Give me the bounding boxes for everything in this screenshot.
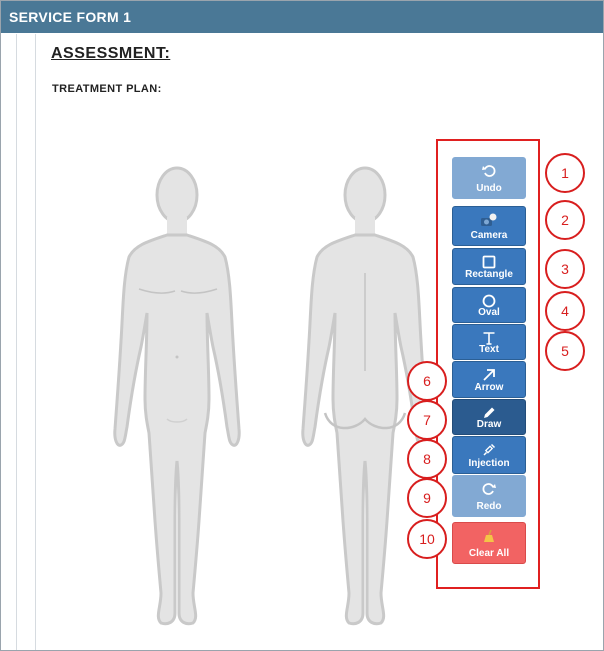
undo-button[interactable]: Undo [452, 157, 526, 199]
text-button[interactable]: Text [452, 324, 526, 360]
text-icon [453, 331, 525, 345]
content-guide-line [35, 34, 36, 650]
rectangle-icon [453, 255, 525, 269]
back-body-figure[interactable] [301, 166, 429, 626]
callout-9: 9 [407, 478, 447, 518]
service-form-panel: SERVICE FORM 1 ASSESSMENT: TREATMENT PLA… [0, 0, 604, 651]
rectangle-button[interactable]: Rectangle [452, 248, 526, 285]
redo-icon [453, 482, 525, 496]
camera-button[interactable]: Camera [452, 206, 526, 246]
callout-6: 6 [407, 361, 447, 401]
panel-header: SERVICE FORM 1 [1, 1, 603, 33]
injection-button[interactable]: Injection [452, 436, 526, 474]
arrow-button[interactable]: Arrow [452, 361, 526, 398]
redo-button[interactable]: Redo [452, 475, 526, 517]
camera-icon [453, 213, 525, 227]
clear-all-button[interactable]: Clear All [452, 522, 526, 564]
body-diagram-canvas[interactable] [71, 161, 451, 651]
treatment-plan-label: TREATMENT PLAN: [52, 83, 162, 95]
callout-10: 10 [407, 519, 447, 559]
callout-5: 5 [545, 331, 585, 371]
syringe-icon [453, 443, 525, 457]
left-guide-line [16, 34, 17, 650]
callout-1: 1 [545, 153, 585, 193]
broom-icon [453, 529, 525, 543]
draw-button[interactable]: Draw [452, 399, 526, 435]
callout-7: 7 [407, 400, 447, 440]
pencil-icon [453, 406, 525, 420]
callout-3: 3 [545, 249, 585, 289]
oval-icon [453, 294, 525, 308]
assessment-heading: ASSESSMENT: [51, 45, 171, 62]
callout-4: 4 [545, 291, 585, 331]
callout-8: 8 [407, 439, 447, 479]
front-body-figure[interactable] [113, 166, 241, 626]
callout-2: 2 [545, 200, 585, 240]
arrow-icon [453, 368, 525, 382]
undo-icon [453, 164, 525, 178]
oval-button[interactable]: Oval [452, 287, 526, 323]
